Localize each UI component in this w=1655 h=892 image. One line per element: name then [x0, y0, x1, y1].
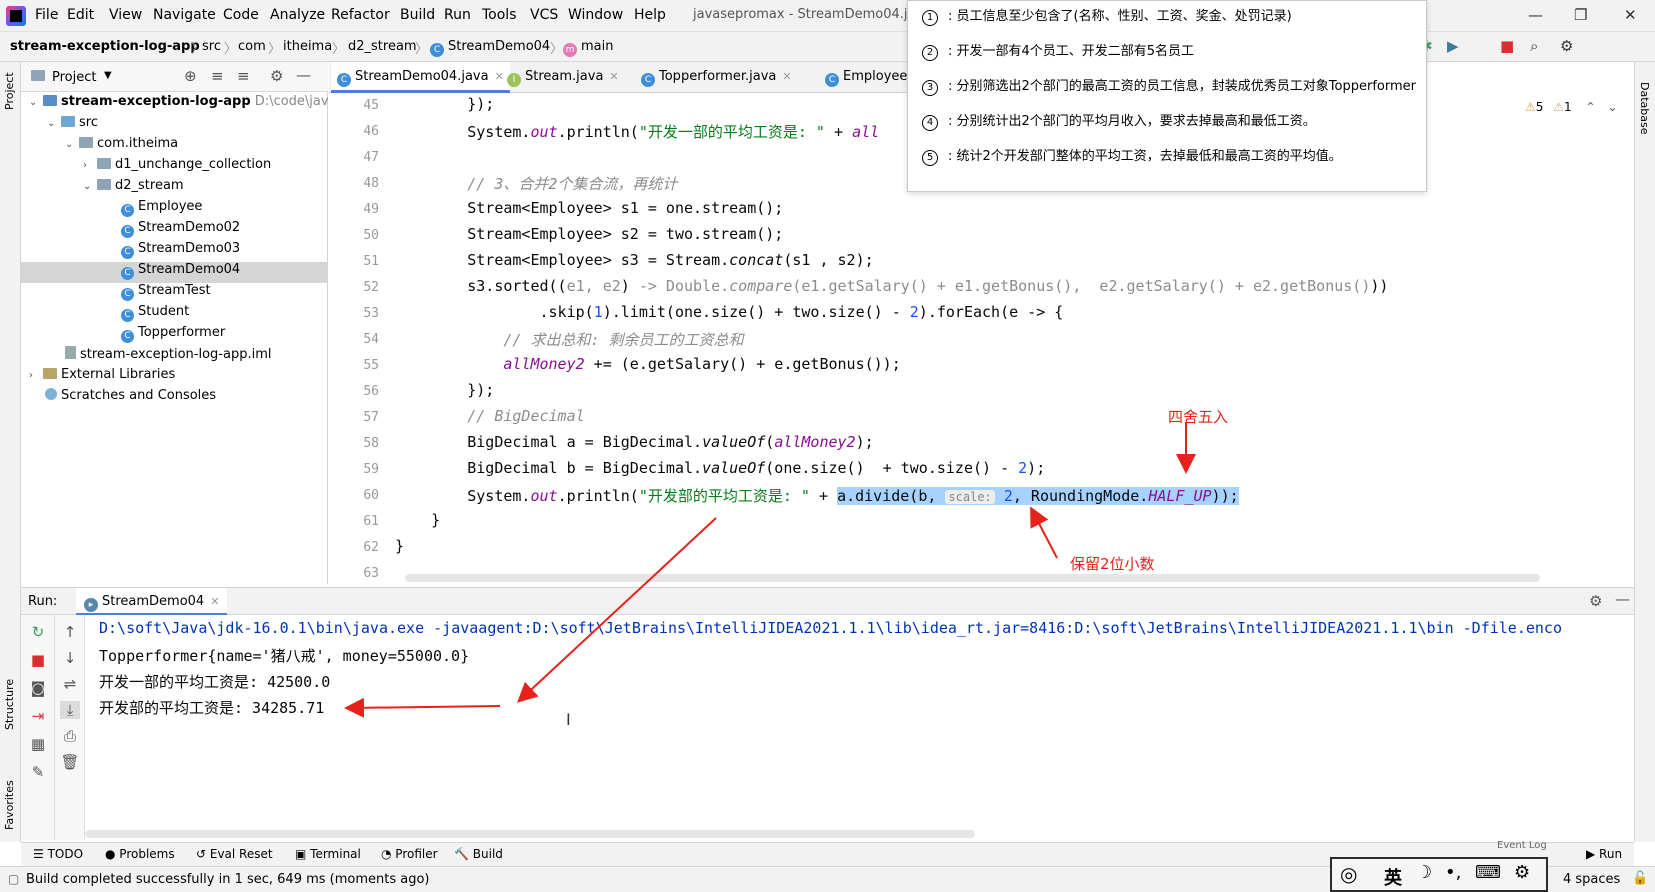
annotation-arrow — [517, 517, 717, 703]
annotation-rounding: 四舍五入 — [1168, 408, 1229, 426]
annotation-arrow — [344, 697, 501, 718]
annotation-overlay — [344, 422, 1196, 718]
text-cursor-icon: I — [566, 710, 571, 729]
annotation-arrow — [1030, 506, 1058, 559]
annotation-two-decimals: 保留2位小数 — [1070, 555, 1155, 573]
